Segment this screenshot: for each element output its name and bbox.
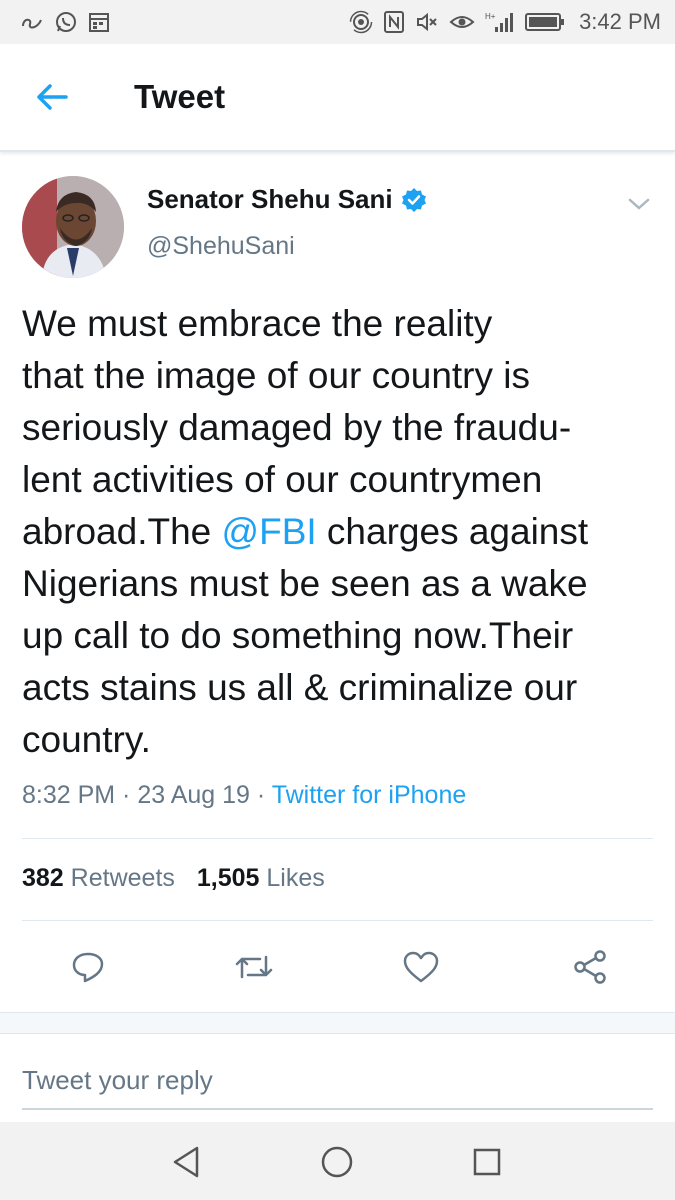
link-icon — [20, 12, 44, 32]
page-title: Tweet — [134, 78, 226, 115]
like-icon — [403, 951, 439, 983]
tweet-actions — [0, 942, 675, 992]
whatsapp-icon — [54, 10, 78, 34]
tweet-meta: 8:32 PM · 23 Aug 19 · Twitter for iPhone — [22, 781, 466, 810]
calendar-icon — [88, 11, 110, 33]
author-name[interactable]: Senator Shehu Sani — [147, 184, 393, 215]
likes-stat[interactable]: 1,505 Likes — [197, 864, 325, 893]
tweet-text: We must embrace the reality that the ima… — [22, 298, 662, 766]
divider — [22, 920, 653, 921]
divider — [22, 838, 653, 839]
nfc-icon — [383, 10, 405, 34]
nav-recents-button[interactable] — [467, 1142, 507, 1182]
tweet-stats: 382 Retweets 1,505 Likes — [22, 864, 325, 893]
eye-icon — [449, 11, 475, 33]
section-separator — [0, 1012, 675, 1034]
retweets-count: 382 — [22, 864, 64, 892]
nav-back-button[interactable] — [166, 1142, 206, 1182]
likes-count: 1,505 — [196, 864, 260, 892]
reply-input[interactable] — [22, 1052, 653, 1110]
reply-icon — [72, 952, 104, 983]
tweet-source-link[interactable]: Twitter for iPhone — [272, 781, 467, 809]
share-button[interactable] — [565, 942, 615, 992]
retweets-stat[interactable]: 382 Retweets — [22, 864, 175, 893]
back-button[interactable] — [22, 67, 82, 127]
reply-button[interactable] — [63, 942, 113, 992]
arrow-left-icon — [37, 84, 68, 110]
android-nav-bar — [0, 1122, 675, 1200]
nav-home-button[interactable] — [317, 1142, 357, 1182]
meta-separator-2: · — [249, 781, 272, 809]
chevron-down-icon — [628, 198, 650, 210]
app-header: Tweet — [0, 44, 675, 152]
tweet-author: Senator Shehu Sani @ShehuSani — [0, 172, 675, 282]
verified-badge-icon — [401, 187, 426, 212]
retweet-button[interactable] — [229, 942, 279, 992]
tweet-date: 23 Aug 19 — [137, 781, 250, 809]
author-handle[interactable]: @ShehuSani — [147, 232, 295, 261]
tweet-time: 8:32 PM — [22, 781, 116, 809]
status-right-icons: H+ 3:42 PM — [349, 9, 661, 35]
mention-link[interactable]: @FBI — [222, 511, 317, 552]
status-time: 3:42 PM — [579, 9, 661, 34]
battery-icon — [525, 12, 565, 32]
retweet-icon — [235, 955, 273, 979]
recents-square-icon — [473, 1148, 501, 1176]
hotspot-icon — [349, 10, 373, 34]
signal-icon: H+ — [485, 10, 515, 34]
back-triangle-icon — [173, 1146, 199, 1178]
avatar[interactable] — [22, 176, 124, 278]
like-button[interactable] — [396, 942, 446, 992]
retweets-label: Retweets — [70, 864, 175, 892]
svg-text:H+: H+ — [485, 12, 496, 21]
home-circle-icon — [321, 1146, 353, 1178]
more-options-button[interactable] — [621, 186, 657, 222]
meta-separator: · — [115, 781, 138, 809]
author-name-row: Senator Shehu Sani — [147, 184, 427, 215]
status-left-icons — [20, 10, 110, 34]
share-icon — [574, 950, 606, 984]
likes-label: Likes — [266, 864, 325, 892]
mute-icon — [415, 10, 439, 34]
status-bar: H+ 3:42 PM — [0, 0, 675, 44]
